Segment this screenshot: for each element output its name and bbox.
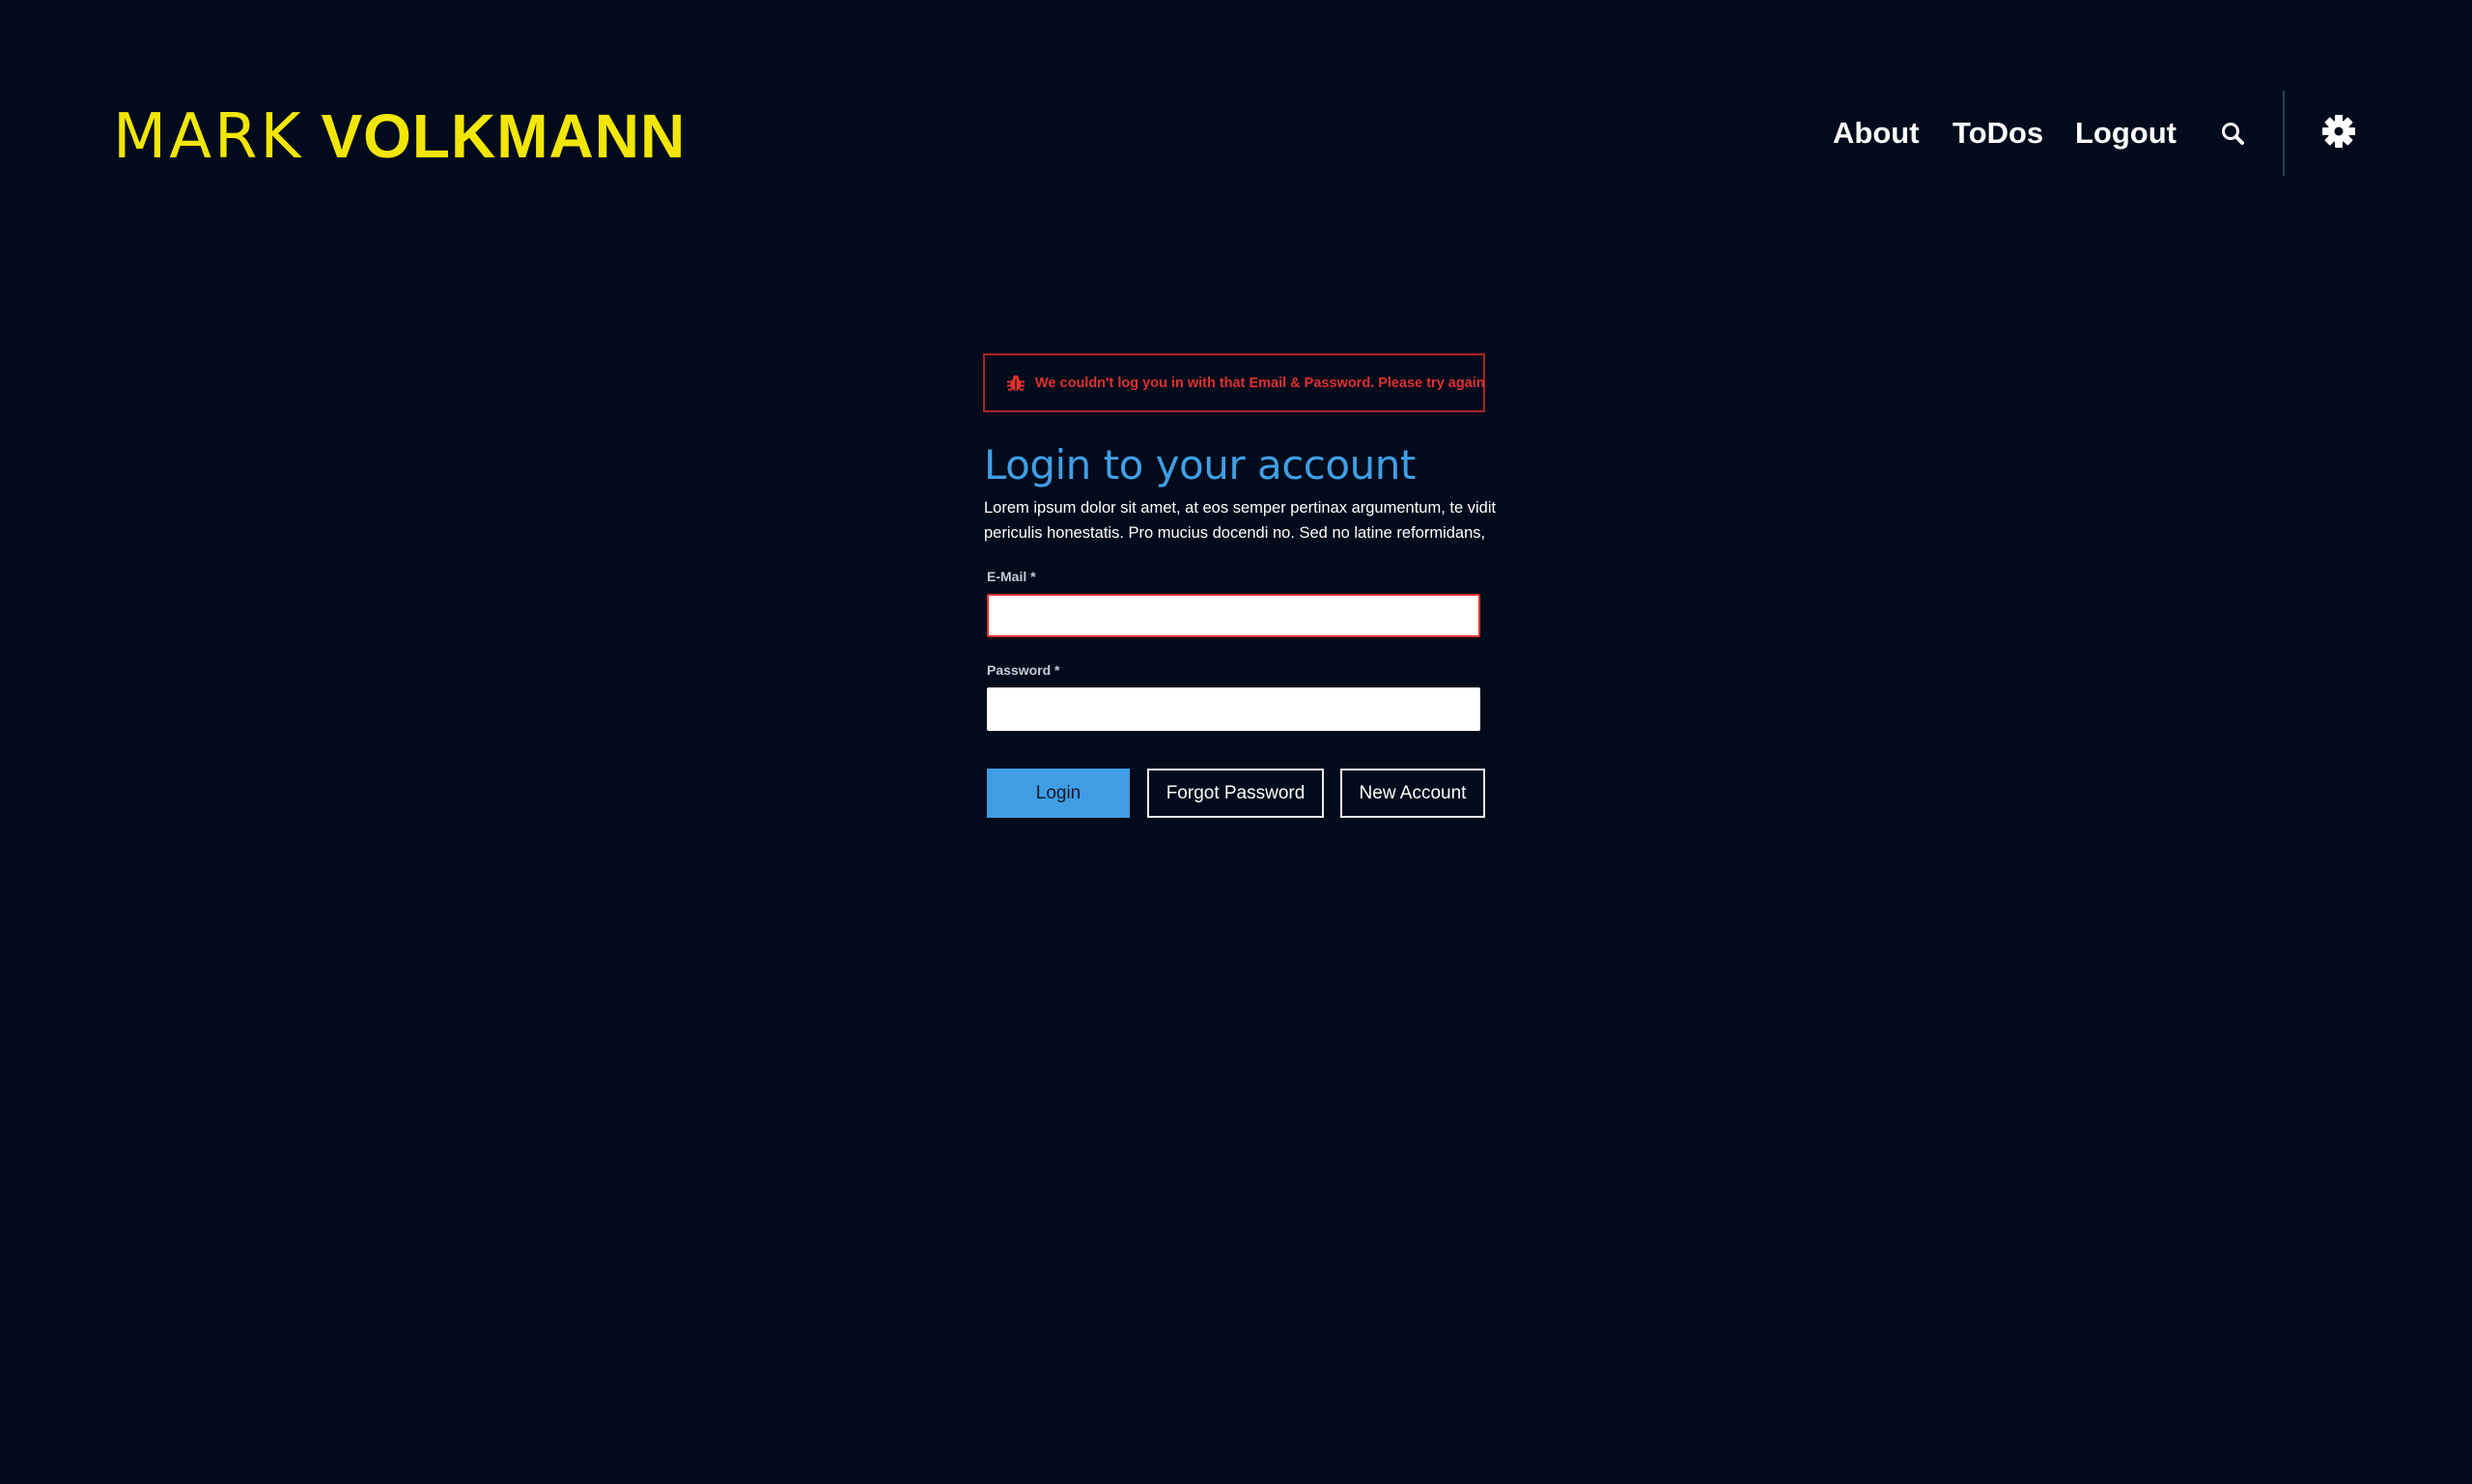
nav-link-about[interactable]: About [1833, 108, 1920, 158]
email-field[interactable] [987, 594, 1480, 637]
nav-link-todos[interactable]: ToDos [1952, 108, 2043, 158]
logo-first-name: MARK [113, 101, 304, 173]
search-icon[interactable] [2217, 118, 2250, 151]
nav-link-logout[interactable]: Logout [2075, 108, 2177, 158]
page: MARK VOLKMANN About ToDos Logout We coul… [0, 0, 2472, 1484]
header-divider [2283, 91, 2285, 176]
password-label: Password * [987, 662, 1060, 678]
alert-message: We couldn't log you in with that Email &… [1035, 375, 1485, 391]
intro-text: Lorem ipsum dolor sit amet, at eos sempe… [984, 499, 1497, 542]
login-error-alert: We couldn't log you in with that Email &… [983, 353, 1485, 412]
new-account-button[interactable]: New Account [1340, 769, 1485, 818]
password-field[interactable] [987, 687, 1480, 731]
gear-icon[interactable] [2318, 110, 2360, 153]
forgot-password-button[interactable]: Forgot Password [1147, 769, 1324, 818]
page-title: Login to your account [984, 441, 1416, 489]
login-button[interactable]: Login [987, 769, 1130, 818]
logo-last-name: VOLKMANN [321, 101, 687, 171]
error-bug-icon [1006, 374, 1025, 393]
site-logo[interactable]: MARK VOLKMANN [113, 101, 687, 173]
email-label: E-Mail * [987, 569, 1036, 584]
